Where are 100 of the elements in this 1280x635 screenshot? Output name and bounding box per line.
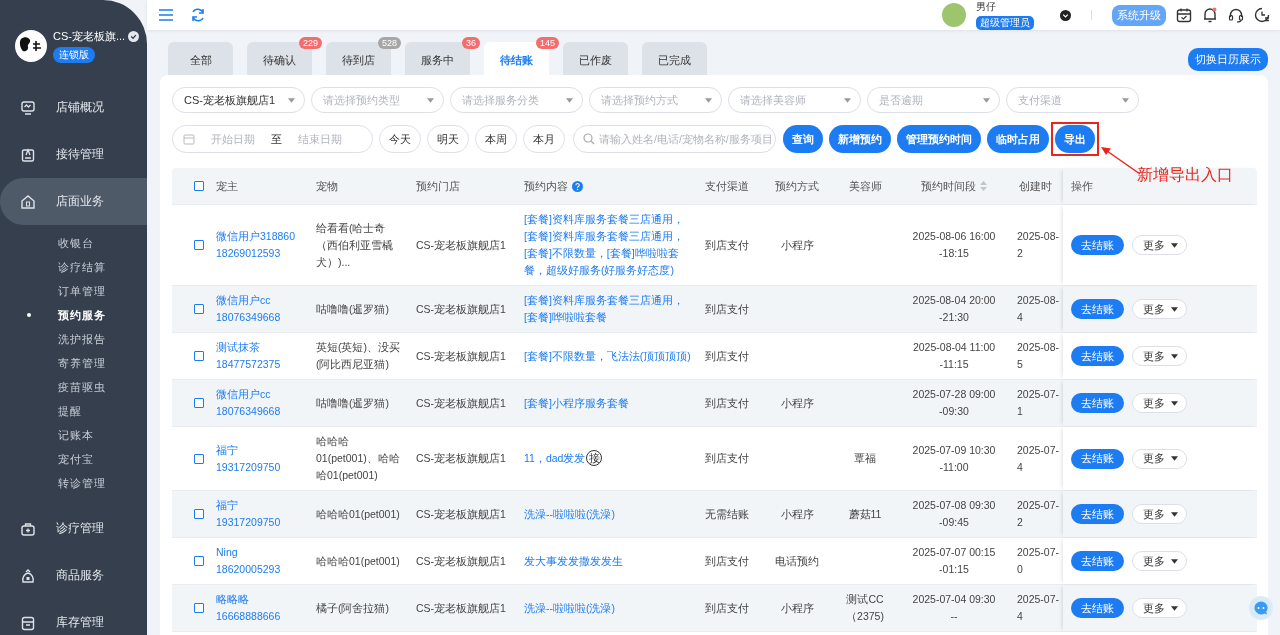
sidebar-subitem[interactable]: 洗护报告	[0, 327, 147, 351]
checkout-button[interactable]: 去结账	[1071, 551, 1124, 571]
action-button[interactable]: 查询	[783, 125, 823, 153]
more-button[interactable]: 更多	[1132, 598, 1187, 618]
owner-name-link[interactable]: 福宁	[216, 497, 304, 514]
checkout-button[interactable]: 去结账	[1071, 598, 1124, 618]
table-cell-text: 英短(英短)、没买(阿比西尼亚猫)	[315, 340, 401, 372]
sidebar-item[interactable]: 商品服务	[0, 552, 147, 599]
role-badge: 超级管理员	[976, 16, 1034, 30]
table-cell-text: 2025-07-09 10:30 -11:00	[911, 442, 997, 475]
table-cell-text: 2025-07-08 09:30 -09:45	[911, 498, 997, 530]
calendar-icon[interactable]	[1176, 7, 1192, 23]
caret-icon	[566, 98, 573, 103]
checkbox[interactable]	[194, 398, 204, 408]
select-field[interactable]: 请选择预约方式	[589, 87, 722, 113]
more-button[interactable]: 更多	[1132, 299, 1187, 319]
table-cell-text: 无需结账	[704, 506, 750, 522]
action-button[interactable]: 新增预约	[829, 125, 891, 153]
checkbox[interactable]	[194, 509, 204, 519]
count-badge: 145	[535, 37, 559, 49]
sidebar-subitem[interactable]: 宠付宝	[0, 447, 147, 471]
date-shortcut-button[interactable]: 明天	[427, 125, 469, 153]
chat-button[interactable]	[1249, 596, 1273, 620]
owner-name-link[interactable]: 略略略	[216, 591, 304, 608]
sidebar-item[interactable]: 接待管理	[0, 131, 147, 178]
sidebar-subitem[interactable]: 转诊管理	[0, 471, 147, 495]
checkbox[interactable]	[194, 181, 204, 191]
clock-icon[interactable]	[1254, 7, 1270, 23]
table-cell-text: 2025-08-04 20:00 -21:30	[911, 293, 997, 325]
tab[interactable]: 已完成	[642, 42, 707, 75]
more-button[interactable]: 更多	[1132, 448, 1187, 469]
table-cell-text: 覃福	[853, 451, 877, 466]
phone-number: 16668888666	[216, 609, 282, 624]
checkout-button[interactable]: 去结账	[1071, 504, 1124, 524]
bell-icon[interactable]	[1202, 7, 1218, 23]
checkout-button[interactable]: 去结账	[1071, 235, 1124, 255]
more-button[interactable]: 更多	[1132, 235, 1187, 255]
action-button[interactable]: 导出	[1055, 125, 1095, 153]
highlight-frame	[1051, 122, 1099, 156]
action-button[interactable]: 管理预约时间	[897, 125, 981, 153]
caret-icon	[1171, 605, 1178, 611]
checkbox[interactable]	[194, 453, 204, 464]
more-button[interactable]: 更多	[1132, 504, 1187, 524]
chat-bubble-icon	[1253, 600, 1269, 616]
sidebar-subitem[interactable]: 预约服务	[0, 303, 147, 327]
sidebar-subitem[interactable]: 记账本	[0, 423, 147, 447]
more-button[interactable]: 更多	[1132, 551, 1187, 571]
sidebar-subitem[interactable]: 诊疗结算	[0, 255, 147, 279]
chevron-down-icon[interactable]	[1060, 9, 1071, 21]
sidebar-subitem[interactable]: 收银台	[0, 231, 147, 255]
checkout-button[interactable]: 去结账	[1071, 393, 1124, 413]
house-icon	[20, 193, 36, 210]
select-field[interactable]: 支付渠道	[1006, 87, 1139, 113]
sidebar-item[interactable]: 库存管理	[0, 599, 147, 635]
checkout-button[interactable]: 去结账	[1071, 448, 1124, 469]
headset-icon[interactable]	[1228, 7, 1244, 23]
table-cell-text: 到店支付	[704, 348, 750, 364]
select-field[interactable]: 请选择服务分类	[450, 87, 583, 113]
select-field[interactable]: 是否逾期	[867, 87, 1000, 113]
checkbox[interactable]	[194, 240, 204, 250]
search-field[interactable]: 请输入姓名/电话/宠物名称/服务项目	[573, 125, 776, 153]
sidebar-item[interactable]: 店铺概况	[0, 84, 147, 131]
owner-name-link[interactable]: 福宁	[216, 441, 304, 459]
checkbox[interactable]	[194, 351, 204, 361]
sidebar-item[interactable]: 店面业务	[0, 178, 147, 225]
table-cell-text: 到店支付	[704, 237, 750, 253]
select-field[interactable]: 请选择预约类型	[311, 87, 444, 113]
owner-name-link[interactable]: 测试抹茶	[216, 339, 304, 356]
sidebar-subitem[interactable]: 提醒	[0, 399, 147, 423]
sidebar-subitem[interactable]: 订单管理	[0, 279, 147, 303]
table-cell-text: 小程序	[779, 237, 815, 253]
start-date-input[interactable]: 开始日期	[203, 133, 263, 145]
sidebar-subitem[interactable]: 疫苗驱虫	[0, 375, 147, 399]
owner-name-link[interactable]: 微信用户cc	[216, 386, 304, 403]
tab[interactable]: 全部	[168, 42, 233, 75]
checkbox[interactable]	[194, 304, 204, 314]
checkout-button[interactable]: 去结账	[1071, 346, 1124, 366]
more-button[interactable]: 更多	[1132, 393, 1187, 413]
more-button[interactable]: 更多	[1132, 346, 1187, 366]
select-field[interactable]: CS-宠老板旗舰店1	[172, 87, 305, 113]
calendar-view-button[interactable]: 切换日历展示	[1188, 48, 1268, 71]
end-date-input[interactable]: 结束日期	[290, 133, 350, 145]
owner-name-link[interactable]: 微信用户318860	[216, 228, 304, 245]
checkout-button[interactable]: 去结账	[1071, 299, 1124, 319]
sidebar-item[interactable]: 诊疗管理	[0, 505, 147, 552]
date-shortcut-button[interactable]: 今天	[379, 125, 421, 153]
column-header: 预约时间段	[921, 178, 976, 194]
owner-name-link[interactable]: 微信用户cc	[216, 292, 304, 309]
checkbox[interactable]	[194, 603, 204, 613]
action-button[interactable]: 临时占用	[987, 125, 1049, 153]
menu-icon[interactable]	[158, 7, 174, 23]
table-cell-text: [套餐]不限数量，飞法法(顶顶顶顶)	[523, 348, 692, 364]
checkbox[interactable]	[194, 556, 204, 566]
select-field[interactable]: 请选择美容师	[728, 87, 861, 113]
date-shortcut-button[interactable]: 本周	[475, 125, 517, 153]
refresh-icon[interactable]	[190, 7, 206, 23]
date-shortcut-button[interactable]: 本月	[523, 125, 565, 153]
owner-name-link[interactable]: Ning	[216, 544, 304, 561]
tab[interactable]: 已作废	[563, 42, 628, 75]
sidebar-subitem[interactable]: 寄养管理	[0, 351, 147, 375]
